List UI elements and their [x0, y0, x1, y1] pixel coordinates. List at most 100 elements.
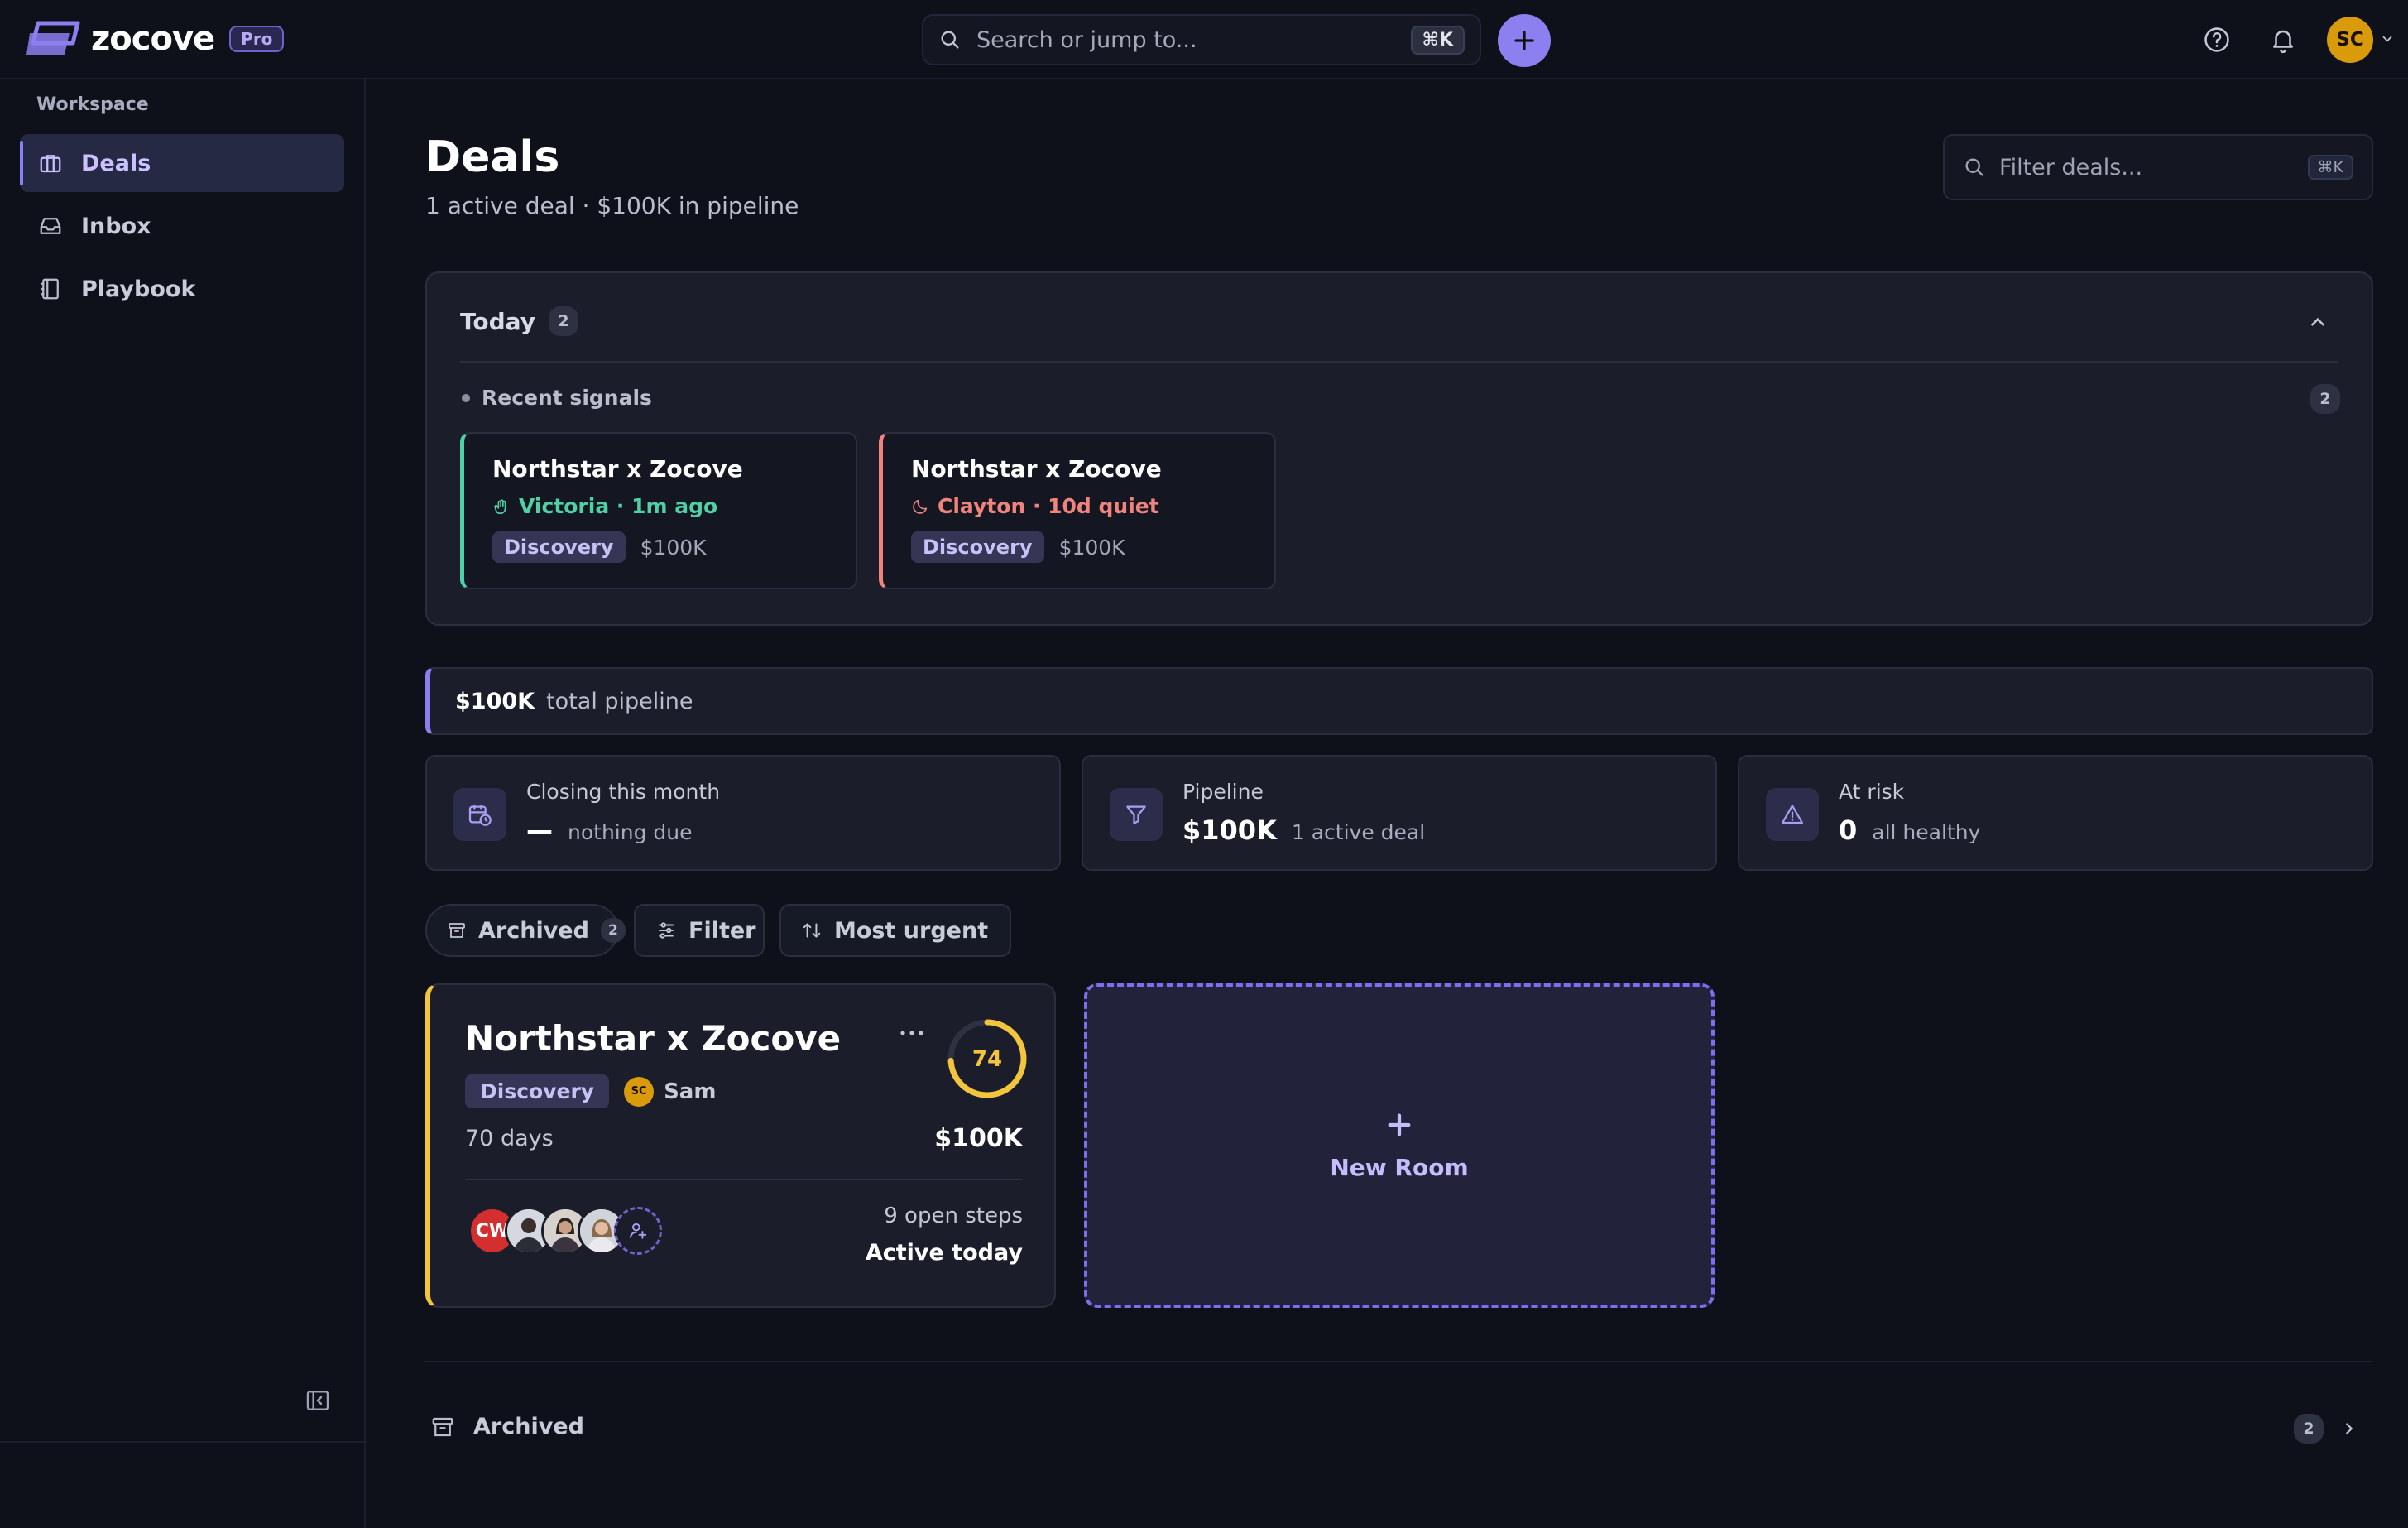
logo[interactable]: zocove Pro — [26, 18, 285, 60]
signal-card[interactable]: Northstar x Zocove Victoria · 1m ago Dis… — [460, 432, 857, 589]
hand-wave-icon — [492, 497, 511, 516]
logo-wordmark: zocove — [91, 20, 215, 58]
help-icon[interactable] — [2199, 22, 2234, 57]
sidebar-item-label: Playbook — [81, 276, 196, 302]
page-title: Deals — [425, 132, 560, 182]
inbox-icon — [38, 214, 63, 238]
stat-label: Pipeline — [1182, 780, 1264, 804]
signals-count-badge: 2 — [2310, 384, 2340, 414]
deal-owner: SC Sam — [624, 1076, 717, 1107]
open-steps: 9 open steps — [884, 1204, 1023, 1228]
stage-tag: Discovery — [911, 531, 1044, 563]
sidebar-item-deals[interactable]: Deals — [20, 134, 344, 192]
today-header[interactable]: Today 2 — [460, 306, 578, 336]
sidebar: Workspace Deals Inbox Playbook — [0, 79, 366, 1528]
new-room-label: New Room — [1330, 1153, 1469, 1181]
divider — [460, 361, 2338, 363]
recent-signals-heading: Recent signals — [462, 386, 652, 410]
user-avatar[interactable]: SC — [2327, 17, 2373, 63]
today-title: Today — [460, 307, 535, 335]
logo-mark-icon — [26, 18, 81, 60]
collapse-sidebar-icon[interactable] — [305, 1387, 331, 1414]
search-icon — [1963, 156, 1986, 179]
archived-section-count: 2 — [2294, 1414, 2324, 1444]
recent-signals-label: Recent signals — [482, 386, 652, 410]
sidebar-item-label: Inbox — [81, 213, 151, 239]
signal-deal-name: Northstar x Zocove — [911, 455, 1162, 483]
calendar-clock-icon — [453, 788, 506, 841]
stat-detail: 1 active deal — [1291, 820, 1426, 844]
chevron-right-icon[interactable] — [2340, 1420, 2358, 1438]
archived-count-badge: 2 — [600, 918, 626, 943]
notifications-bell-icon[interactable] — [2266, 22, 2300, 57]
participants[interactable]: CW — [468, 1207, 662, 1255]
total-pipeline-label: total pipeline — [546, 688, 693, 714]
stat-value-row: — nothing due — [526, 814, 693, 846]
chevron-down-icon[interactable] — [2380, 31, 2395, 46]
global-search-input[interactable]: Search or jump to... ⌘K — [922, 14, 1481, 65]
deal-amount: $100K — [934, 1124, 1023, 1153]
deal-health-score: 74 — [945, 1016, 1029, 1101]
archived-section-header[interactable]: Archived — [430, 1414, 584, 1439]
stat-value: 0 — [1839, 814, 1858, 846]
signal-activity-text: Victoria · 1m ago — [519, 494, 718, 518]
archived-section-label: Archived — [473, 1414, 584, 1439]
archive-box-icon — [447, 920, 467, 940]
page-subtitle: 1 active deal · $100K in pipeline — [425, 192, 799, 219]
deals-toolbar: Archived 2 Filter Most urgent — [425, 904, 1011, 957]
stat-value: $100K — [1182, 814, 1277, 846]
stat-detail: all healthy — [1872, 820, 1981, 844]
more-options-icon[interactable] — [899, 1028, 925, 1038]
stat-card-pipeline: Pipeline $100K 1 active deal — [1082, 755, 1717, 871]
top-bar: zocove Pro Search or jump to... ⌘K SC — [0, 0, 2408, 79]
archived-toggle-button[interactable]: Archived 2 — [425, 904, 626, 957]
stat-card-closing-this-month: Closing this month — nothing due — [425, 755, 1061, 871]
stat-value-row: 0 all healthy — [1839, 814, 1980, 846]
add-participant-icon[interactable] — [614, 1207, 662, 1255]
filter-button[interactable]: Filter — [634, 904, 765, 957]
owner-avatar: SC — [624, 1076, 655, 1107]
stat-label: Closing this month — [526, 780, 721, 804]
stat-value: — — [526, 814, 553, 846]
sidebar-item-playbook[interactable]: Playbook — [20, 260, 344, 318]
signal-card[interactable]: Northstar x Zocove Clayton · 10d quiet D… — [879, 432, 1276, 589]
sliders-icon — [655, 920, 677, 941]
divider — [465, 1179, 1023, 1180]
chevron-up-icon[interactable] — [2307, 311, 2329, 333]
moon-icon — [911, 497, 929, 516]
owner-name: Sam — [664, 1079, 717, 1104]
quick-add-button[interactable] — [1498, 14, 1551, 67]
signal-meta: Discovery $100K — [492, 531, 856, 563]
stat-value-row: $100K 1 active deal — [1182, 814, 1425, 846]
deal-activity-status: Active today — [865, 1240, 1023, 1266]
signal-activity: Victoria · 1m ago — [492, 494, 856, 518]
plus-icon — [1385, 1111, 1413, 1139]
deal-name: Northstar x Zocove — [465, 1018, 842, 1059]
stage-tag: Discovery — [465, 1074, 610, 1108]
sidebar-footer — [0, 1441, 364, 1528]
sidebar-item-inbox[interactable]: Inbox — [20, 197, 344, 255]
sort-arrows-icon — [801, 920, 823, 941]
briefcase-icon — [38, 151, 63, 175]
warning-icon — [1766, 788, 1819, 841]
new-room-button[interactable]: New Room — [1084, 983, 1715, 1308]
stat-label: At risk — [1839, 780, 1905, 804]
filter-deals-input[interactable]: Filter deals... ⌘K — [1943, 134, 2373, 200]
deal-age: 70 days — [465, 1126, 554, 1151]
sort-button[interactable]: Most urgent — [779, 904, 1011, 957]
signal-activity-text: Clayton · 10d quiet — [938, 494, 1159, 518]
plan-badge: Pro — [229, 26, 285, 52]
search-icon — [938, 28, 962, 51]
signal-deal-name: Northstar x Zocove — [492, 455, 743, 483]
sidebar-item-label: Deals — [81, 150, 151, 176]
deal-tags: Discovery SC Sam — [465, 1074, 716, 1108]
archived-button-label: Archived — [478, 917, 589, 944]
search-shortcut: ⌘K — [1410, 25, 1465, 55]
archived-section-controls[interactable]: 2 — [2294, 1414, 2358, 1444]
deal-card[interactable]: Northstar x Zocove 74 Discovery SC Sam 7… — [425, 983, 1056, 1308]
plus-icon — [1514, 31, 1534, 50]
filter-button-label: Filter — [688, 917, 756, 944]
stat-card-at-risk: At risk 0 all healthy — [1738, 755, 2373, 871]
signal-amount: $100K — [1058, 535, 1125, 560]
filter-deals-placeholder: Filter deals... — [1999, 154, 2143, 180]
